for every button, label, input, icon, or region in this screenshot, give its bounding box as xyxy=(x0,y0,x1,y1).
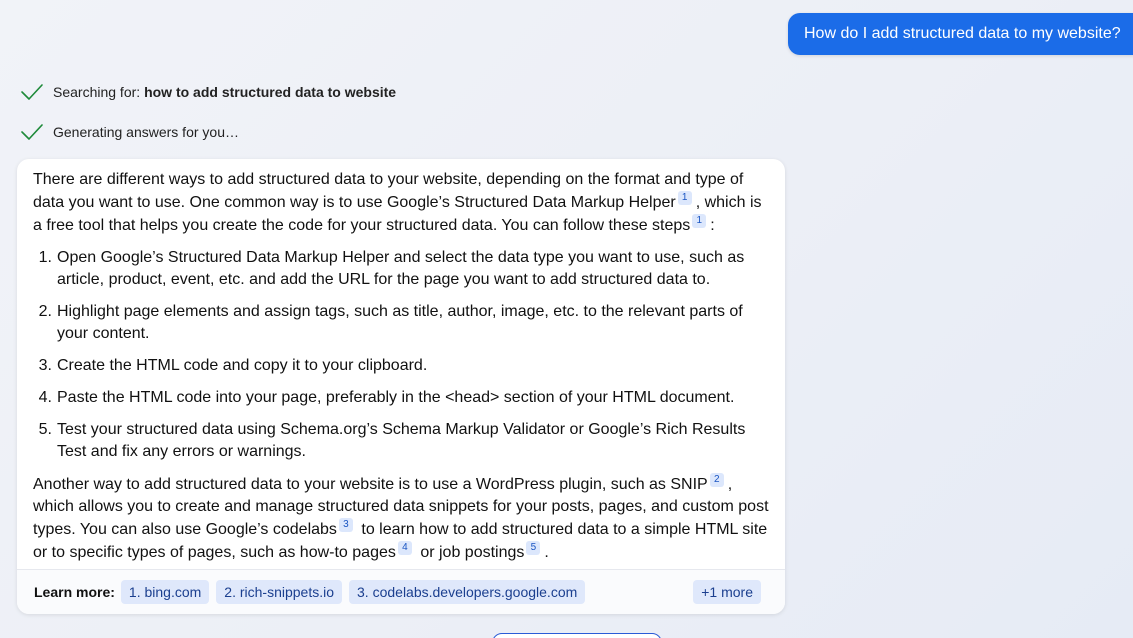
citation-badge[interactable]: 1 xyxy=(692,214,707,228)
step-number: 2. xyxy=(38,303,52,320)
citation-badge[interactable]: 5 xyxy=(526,541,541,555)
source-link-rich-snippets[interactable]: 2. rich-snippets.io xyxy=(216,580,343,604)
list-item: 5. Test your structured data using Schema… xyxy=(33,419,769,463)
answer-text: or job postings xyxy=(415,544,525,561)
citation-badge[interactable]: 1 xyxy=(677,191,692,205)
learn-more-label: Learn more: xyxy=(34,584,115,600)
answer-intro: There are different ways to add structur… xyxy=(33,169,769,237)
step-number: 4. xyxy=(38,389,52,406)
list-item: 4. Paste the HTML code into your page, pr… xyxy=(33,387,769,409)
step-text: Paste the HTML code into your page, pref… xyxy=(57,389,735,406)
step-text: Highlight page elements and assign tags,… xyxy=(57,303,743,342)
step-number: 1. xyxy=(38,249,52,266)
status-generating: Generating answers for you… xyxy=(20,122,239,142)
status-searching: Searching for: how to add structured dat… xyxy=(20,82,396,102)
step-number: 5. xyxy=(38,421,52,438)
list-item: 3. Create the HTML code and copy it to yo… xyxy=(33,355,769,377)
step-number: 3. xyxy=(38,357,52,374)
searching-prefix: Searching for: xyxy=(53,84,145,100)
answer-text: . xyxy=(544,544,549,561)
answer-body: There are different ways to add structur… xyxy=(17,159,785,564)
more-sources-button[interactable]: +1 more xyxy=(693,580,761,604)
searching-query: how to add structured data to website xyxy=(144,84,397,100)
user-message-bubble: How do I add structured data to my websi… xyxy=(788,13,1133,55)
answer-card: There are different ways to add structur… xyxy=(17,159,785,614)
answer-text: Another way to add structured data to yo… xyxy=(33,476,708,493)
steps-list: 1. Open Google’s Structured Data Markup H… xyxy=(33,247,769,463)
checkmark-icon xyxy=(21,124,43,140)
step-text: Create the HTML code and copy it to your… xyxy=(57,357,428,374)
checkmark-icon xyxy=(21,84,43,100)
answer-outro: Another way to add structured data to yo… xyxy=(33,473,769,564)
learn-more-bar: Learn more: 1. bing.com 2. rich-snippets… xyxy=(17,569,785,614)
stop-responding-button[interactable] xyxy=(492,633,662,638)
list-item: 1. Open Google’s Structured Data Markup H… xyxy=(33,247,769,291)
citation-badge[interactable]: 2 xyxy=(709,473,724,487)
citation-badge[interactable]: 4 xyxy=(397,541,412,555)
answer-text: There are different ways to add structur… xyxy=(33,171,744,211)
citation-badge[interactable]: 3 xyxy=(338,518,353,532)
step-text: Open Google’s Structured Data Markup Hel… xyxy=(57,249,745,288)
user-message-text: How do I add structured data to my websi… xyxy=(804,25,1121,42)
answer-text: : xyxy=(710,217,715,234)
source-link-codelabs[interactable]: 3. codelabs.developers.google.com xyxy=(349,580,586,604)
step-text: Test your structured data using Schema.o… xyxy=(57,421,746,460)
generating-text: Generating answers for you… xyxy=(53,124,239,140)
source-link-bing[interactable]: 1. bing.com xyxy=(120,580,210,604)
list-item: 2. Highlight page elements and assign tag… xyxy=(33,301,769,345)
